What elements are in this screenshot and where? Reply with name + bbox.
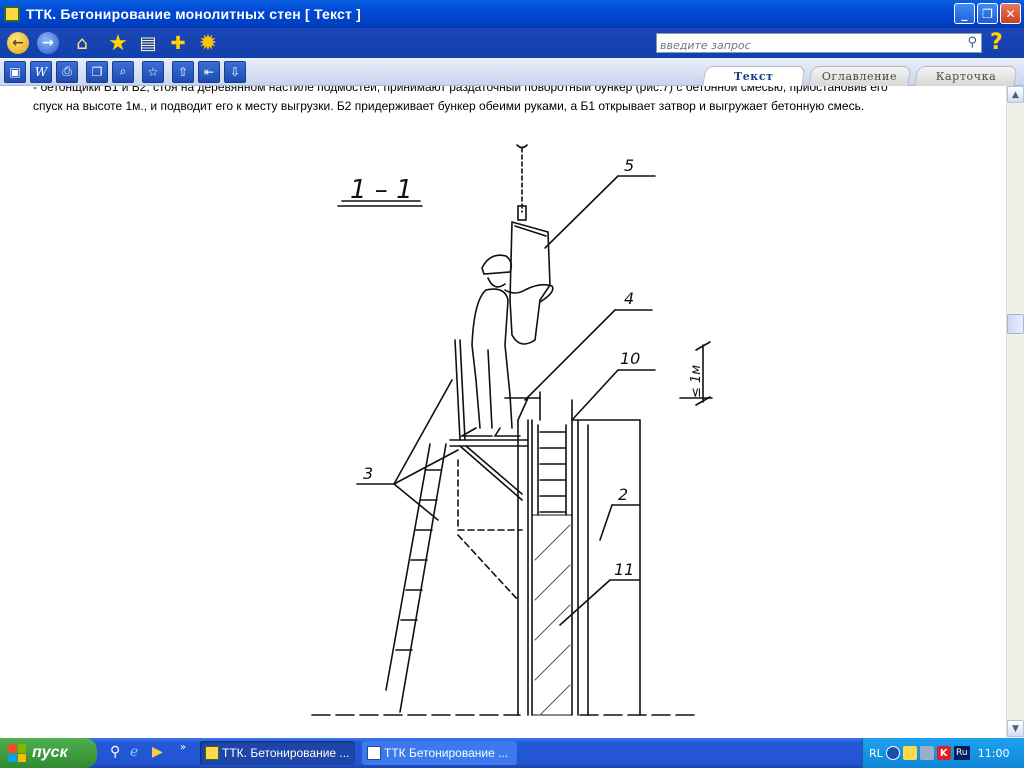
search-quicklaunch-icon[interactable]: ⚲	[110, 744, 120, 760]
taskbar: пуск ⚲ ℯ ▶ » ТТК. Бетонирование ... ТТК …	[0, 738, 1024, 768]
home-icon[interactable]: ⌂	[70, 31, 94, 55]
browser-icon[interactable]: ℯ	[130, 744, 138, 760]
antivirus-icon[interactable]: K	[936, 746, 951, 760]
tray-app-icon[interactable]	[902, 746, 917, 760]
network-icon[interactable]	[919, 746, 934, 760]
start-label: пуск	[32, 744, 68, 761]
print-icon[interactable]: ⎙	[56, 60, 78, 83]
download-icon[interactable]: ⇩	[224, 60, 246, 83]
maximize-button[interactable]: ❐	[977, 3, 998, 24]
section-label: 1 – 1	[350, 175, 413, 205]
settings-icon[interactable]: ✹	[196, 31, 220, 56]
copy-icon[interactable]: ❐	[86, 60, 108, 83]
tab-text[interactable]: Текст	[702, 66, 806, 86]
system-tray: RL K Ru 11:00	[862, 738, 1024, 768]
close-button[interactable]: ✕	[1000, 3, 1021, 24]
search-box: ⚲	[656, 33, 982, 55]
callout-10: 10	[620, 349, 640, 368]
media-player-icon[interactable]: ▶	[152, 744, 163, 760]
callout-4: 4	[624, 289, 634, 308]
window-title: ТТК. Бетонирование монолитных стен [ Тек…	[26, 6, 362, 22]
save-icon[interactable]: ▣	[4, 60, 26, 83]
help-icon[interactable]: ?	[990, 30, 1016, 56]
tray-expand-icon[interactable]	[885, 746, 900, 760]
app-icon	[4, 6, 20, 22]
callout-5: 5	[624, 156, 634, 175]
scroll-thumb[interactable]	[1007, 314, 1024, 334]
start-button[interactable]: пуск	[0, 738, 97, 768]
callout-3: 3	[363, 464, 373, 483]
quicklaunch-more-icon[interactable]: »	[180, 742, 186, 753]
document-content: - бетонщики Б1 и Б2, стоя на деревянном …	[0, 86, 1006, 738]
search-icon[interactable]: ⚲	[967, 35, 977, 50]
scroll-up-button[interactable]: ▲	[1007, 86, 1024, 103]
export-icon[interactable]: ⇧	[172, 60, 194, 83]
bookmark-icon[interactable]: ☆	[142, 60, 164, 83]
app-task-icon	[205, 746, 219, 760]
construction-figure: 1 – 1 5 4 10 3 2 11 ≤ 1м	[311, 144, 713, 716]
language-indicator[interactable]: RL	[869, 747, 883, 760]
scroll-down-button[interactable]: ▼	[1007, 720, 1024, 737]
note-icon[interactable]: ▤	[136, 31, 160, 55]
callout-2: 2	[618, 485, 628, 504]
title-bar: ТТК. Бетонирование монолитных стен [ Тек…	[0, 0, 1024, 28]
vertical-scrollbar[interactable]: ▲ ▼	[1006, 86, 1024, 738]
view-tabs: Текст Оглавление Карточка	[698, 66, 1018, 86]
minimize-button[interactable]: _	[954, 3, 975, 24]
tab-card[interactable]: Карточка	[914, 66, 1018, 86]
clock[interactable]: 11:00	[978, 747, 1010, 760]
add-icon[interactable]: ✚	[166, 31, 190, 55]
task-button-1[interactable]: ТТК. Бетонирование ...	[200, 741, 355, 765]
star-icon[interactable]: ★	[106, 31, 130, 56]
back-icon[interactable]: ←	[6, 31, 30, 55]
windows-logo-icon	[8, 744, 26, 762]
keyboard-layout-indicator[interactable]: Ru	[953, 746, 970, 760]
task-button-2[interactable]: ТТК Бетонирование ...	[362, 741, 517, 765]
word-icon[interactable]: W	[30, 60, 52, 83]
dimension-label: ≤ 1м	[689, 365, 704, 398]
forward-icon[interactable]: →	[36, 31, 60, 55]
navigate-icon[interactable]: ⇤	[198, 60, 220, 83]
preview-icon[interactable]: ⌕	[112, 60, 134, 83]
tab-contents[interactable]: Оглавление	[808, 66, 912, 86]
search-input[interactable]	[657, 36, 957, 55]
document-task-icon	[367, 746, 381, 760]
callout-11: 11	[614, 560, 634, 579]
